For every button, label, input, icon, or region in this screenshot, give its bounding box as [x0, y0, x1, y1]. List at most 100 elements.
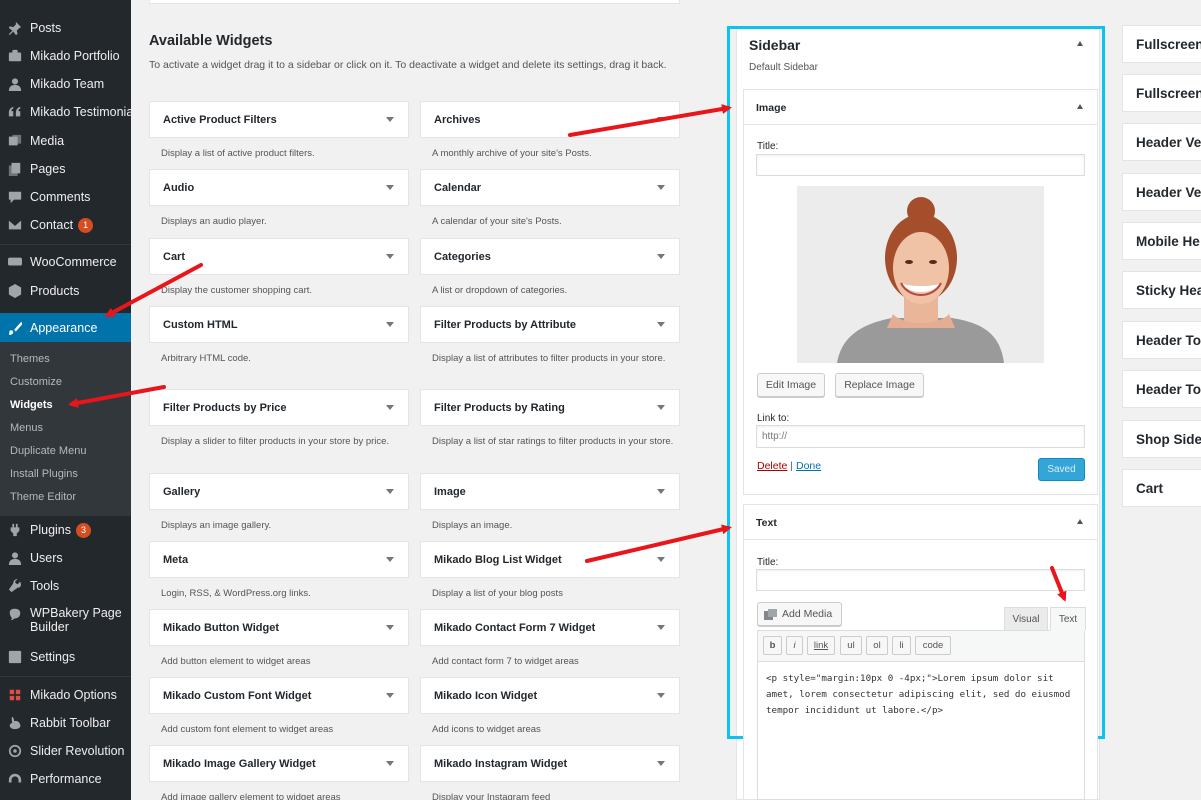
menu-item-plugins[interactable]: Plugins 3 — [0, 516, 131, 544]
widget-area-header[interactable]: Fullscreen — [1122, 25, 1201, 63]
menu-item-contact[interactable]: Contact 1 — [0, 211, 131, 239]
widget-card[interactable]: Mikado Contact Form 7 Widget — [420, 609, 680, 646]
menu-item-media[interactable]: Media — [0, 127, 131, 155]
submenu-customize[interactable]: Customize — [10, 376, 62, 388]
widget-card[interactable]: Mikado Icon Widget — [420, 677, 680, 714]
image-title-input[interactable] — [756, 154, 1085, 176]
widget-area-header[interactable]: Fullscreen — [1122, 74, 1201, 112]
menu-item-performance[interactable]: Performance — [0, 765, 131, 793]
widget-dropdown-arrow-icon[interactable] — [657, 117, 665, 122]
widget-dropdown-arrow-icon[interactable] — [386, 489, 394, 494]
widget-card[interactable]: Mikado Image Gallery Widget — [149, 745, 409, 782]
menu-item-woocommerce[interactable]: WooCommerce — [0, 248, 131, 276]
quicktag-link-button[interactable]: link — [807, 636, 835, 655]
widget-area-header[interactable]: Sticky Hea — [1122, 271, 1201, 309]
submenu-widgets[interactable]: Widgets — [10, 399, 53, 411]
quicktag-ul-button[interactable]: ul — [840, 636, 862, 655]
widget-dropdown-arrow-icon[interactable] — [386, 557, 394, 562]
quicktag-code-button[interactable]: code — [915, 636, 951, 655]
menu-item-users[interactable]: Users — [0, 544, 131, 572]
delete-widget-link[interactable]: Delete — [757, 460, 787, 472]
tab-visual[interactable]: Visual — [1004, 607, 1048, 631]
menu-item-posts[interactable]: Posts — [0, 14, 131, 42]
menu-item-mikado-testimonials[interactable]: Mikado Testimonials — [0, 98, 131, 126]
widget-dropdown-arrow-icon[interactable] — [386, 693, 394, 698]
widget-area-header[interactable]: Header Ve — [1122, 173, 1201, 211]
menu-item-rabbit-toolbar[interactable]: Rabbit Toolbar — [0, 709, 131, 737]
widget-area-header[interactable]: Mobile He — [1122, 222, 1201, 260]
widget-dropdown-arrow-icon[interactable] — [657, 557, 665, 562]
quicktag-ol-button[interactable]: ol — [866, 636, 888, 655]
widget-card[interactable]: Gallery — [149, 473, 409, 510]
menu-item-wpbakery[interactable]: WPBakery Page Builder — [0, 604, 131, 636]
submenu-themes[interactable]: Themes — [10, 353, 50, 365]
add-media-button[interactable]: Add Media — [757, 602, 842, 626]
widget-card[interactable]: Custom HTML — [149, 306, 409, 343]
widget-card[interactable]: Filter Products by Attribute — [420, 306, 680, 343]
menu-item-products[interactable]: Products — [0, 277, 131, 305]
widget-dropdown-arrow-icon[interactable] — [386, 254, 394, 259]
image-widget-toggle[interactable] — [1077, 104, 1083, 109]
menu-item-settings[interactable]: Settings — [0, 643, 131, 671]
menu-item-appearance[interactable]: Appearance — [0, 313, 131, 342]
quicktag-bold-button[interactable]: b — [763, 636, 782, 655]
widget-card[interactable]: Meta — [149, 541, 409, 578]
quicktag-li-button[interactable]: li — [892, 636, 911, 655]
widget-dropdown-arrow-icon[interactable] — [386, 405, 394, 410]
sidebar-collapse-toggle[interactable] — [1077, 41, 1083, 46]
widget-dropdown-arrow-icon[interactable] — [657, 693, 665, 698]
menu-item-mikado-options[interactable]: Mikado Options — [0, 681, 131, 709]
widget-dropdown-arrow-icon[interactable] — [657, 625, 665, 630]
widget-area-header[interactable]: Header Top — [1122, 321, 1201, 359]
widget-dropdown-arrow-icon[interactable] — [657, 322, 665, 327]
menu-item-pages[interactable]: Pages — [0, 155, 131, 183]
widget-card[interactable]: Archives — [420, 101, 680, 138]
widget-card[interactable]: Mikado Instagram Widget — [420, 745, 680, 782]
widget-card[interactable]: Audio — [149, 169, 409, 206]
widget-dropdown-arrow-icon[interactable] — [657, 405, 665, 410]
widget-dropdown-arrow-icon[interactable] — [657, 761, 665, 766]
menu-item-slider-revolution[interactable]: Slider Revolution — [0, 737, 131, 765]
widget-dropdown-arrow-icon[interactable] — [386, 117, 394, 122]
text-widget-toggle[interactable] — [1077, 519, 1083, 524]
saved-button[interactable]: Saved — [1038, 458, 1085, 481]
text-title-input[interactable] — [756, 569, 1085, 591]
link-url-input[interactable]: http:// — [756, 425, 1085, 448]
widget-dropdown-arrow-icon[interactable] — [386, 625, 394, 630]
text-widget-header[interactable]: Text — [743, 504, 1098, 540]
widget-card[interactable]: Calendar — [420, 169, 680, 206]
replace-image-button[interactable]: Replace Image — [835, 373, 924, 397]
widget-card[interactable]: Image — [420, 473, 680, 510]
menu-item-comments[interactable]: Comments — [0, 183, 131, 211]
widget-card[interactable]: Cart — [149, 238, 409, 275]
done-link[interactable]: Done — [796, 460, 821, 472]
widget-dropdown-arrow-icon[interactable] — [386, 322, 394, 327]
widget-card[interactable]: Mikado Blog List Widget — [420, 541, 680, 578]
submenu-theme-editor[interactable]: Theme Editor — [10, 491, 76, 503]
widget-area-header[interactable]: Header Ve — [1122, 123, 1201, 161]
widget-dropdown-arrow-icon[interactable] — [386, 185, 394, 190]
menu-item-mikado-team[interactable]: Mikado Team — [0, 70, 131, 98]
widget-dropdown-arrow-icon[interactable] — [386, 761, 394, 766]
submenu-duplicate-menu[interactable]: Duplicate Menu — [10, 445, 86, 457]
widget-card[interactable]: Categories — [420, 238, 680, 275]
widget-card[interactable]: Active Product Filters — [149, 101, 409, 138]
quicktag-italic-button[interactable]: i — [786, 636, 803, 655]
submenu-menus[interactable]: Menus — [10, 422, 43, 434]
widget-card[interactable]: Mikado Button Widget — [149, 609, 409, 646]
widget-card[interactable]: Filter Products by Price — [149, 389, 409, 426]
edit-image-button[interactable]: Edit Image — [757, 373, 825, 397]
menu-item-mikado-portfolio[interactable]: Mikado Portfolio — [0, 42, 131, 70]
image-widget-header[interactable]: Image — [743, 89, 1098, 125]
widget-dropdown-arrow-icon[interactable] — [657, 489, 665, 494]
widget-area-header[interactable]: Shop Sideb — [1122, 420, 1201, 458]
submenu-install-plugins[interactable]: Install Plugins — [10, 468, 78, 480]
widget-area-header[interactable]: Header Top — [1122, 370, 1201, 408]
tab-text[interactable]: Text — [1050, 607, 1086, 631]
widget-card[interactable]: Filter Products by Rating — [420, 389, 680, 426]
widget-dropdown-arrow-icon[interactable] — [657, 185, 665, 190]
text-content-editor[interactable]: <p style="margin:10px 0 -4px;">Lorem ips… — [757, 661, 1085, 800]
widget-card[interactable]: Mikado Custom Font Widget — [149, 677, 409, 714]
menu-item-tools[interactable]: Tools — [0, 572, 131, 600]
widget-area-header[interactable]: Cart — [1122, 469, 1201, 507]
